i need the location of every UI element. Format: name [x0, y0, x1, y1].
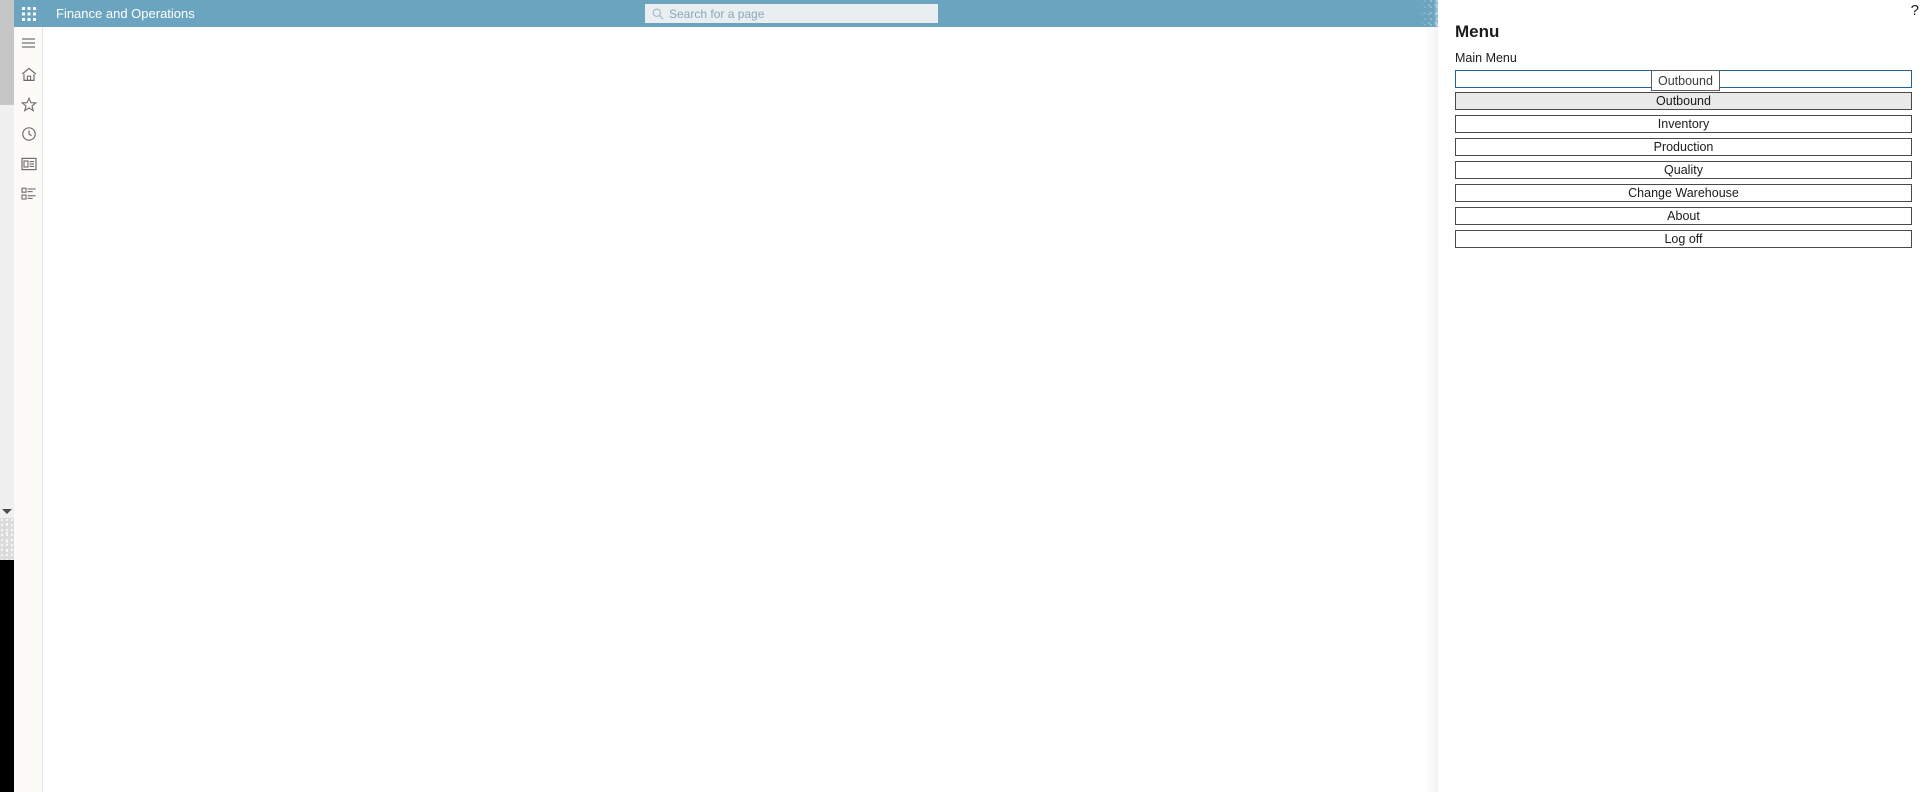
sidebar-item-favorites[interactable]	[14, 92, 43, 116]
menu-button-log-off[interactable]: Log off	[1455, 230, 1912, 248]
page-title: Menu	[1455, 22, 1500, 41]
star-icon	[20, 96, 37, 112]
modules-list-icon	[20, 187, 37, 201]
search-placeholder-text: Search for a page	[669, 6, 765, 21]
window-right-edge	[1424, 27, 1438, 792]
help-icon[interactable]: ?	[1911, 3, 1919, 18]
navigation-rail	[14, 27, 43, 792]
scrollbar-dither-region	[0, 518, 14, 560]
search-input[interactable]: Search for a page	[645, 4, 938, 23]
app-title: Finance and Operations	[56, 6, 195, 21]
global-search[interactable]: Search for a page	[645, 4, 938, 23]
finance-and-operations-window: Finance and Operations Search for a page	[14, 0, 1438, 792]
clock-icon	[21, 126, 37, 142]
sidebar-item-workspaces[interactable]	[14, 152, 43, 176]
menu-button-inventory[interactable]: Inventory	[1455, 115, 1912, 133]
blank-black-region	[0, 560, 14, 792]
search-icon	[651, 7, 665, 21]
home-icon	[21, 67, 37, 82]
scrollbar-down-arrow-icon[interactable]	[2, 509, 12, 514]
menu-button-outbound[interactable]: Outbound	[1455, 92, 1912, 110]
top-command-bar: Finance and Operations Search for a page	[14, 0, 1438, 27]
menu-input-row: Outbound	[1455, 70, 1912, 91]
menu-button-about[interactable]: About	[1455, 207, 1912, 225]
page-scrollbar[interactable]	[0, 0, 14, 792]
sidebar-item-modules[interactable]	[14, 182, 43, 206]
sidebar-item-expand-nav[interactable]	[14, 31, 43, 55]
menu-button-production[interactable]: Production	[1455, 138, 1912, 156]
autocomplete-suggestion-outbound[interactable]: Outbound	[1651, 70, 1720, 91]
menu-subtitle: Main Menu	[1455, 51, 1517, 65]
sidebar-item-home[interactable]	[14, 62, 43, 86]
main-menu-list: Outbound Outbound Inventory Production Q…	[1455, 70, 1912, 253]
menu-button-quality[interactable]: Quality	[1455, 161, 1912, 179]
app-launcher-icon[interactable]	[14, 0, 44, 27]
menu-side-panel: ? Menu Main Menu Outbound Outbound Inven…	[1438, 0, 1929, 792]
topbar-right-dither-mask	[1418, 0, 1438, 27]
sidebar-item-recent[interactable]	[14, 122, 43, 146]
menu-button-change-warehouse[interactable]: Change Warehouse	[1455, 184, 1912, 202]
screen-root: Finance and Operations Search for a page	[0, 0, 1929, 792]
page-content-area	[44, 27, 1438, 792]
hamburger-menu-icon	[21, 37, 36, 49]
workspaces-icon	[20, 157, 37, 171]
scrollbar-thumb[interactable]	[0, 0, 14, 105]
